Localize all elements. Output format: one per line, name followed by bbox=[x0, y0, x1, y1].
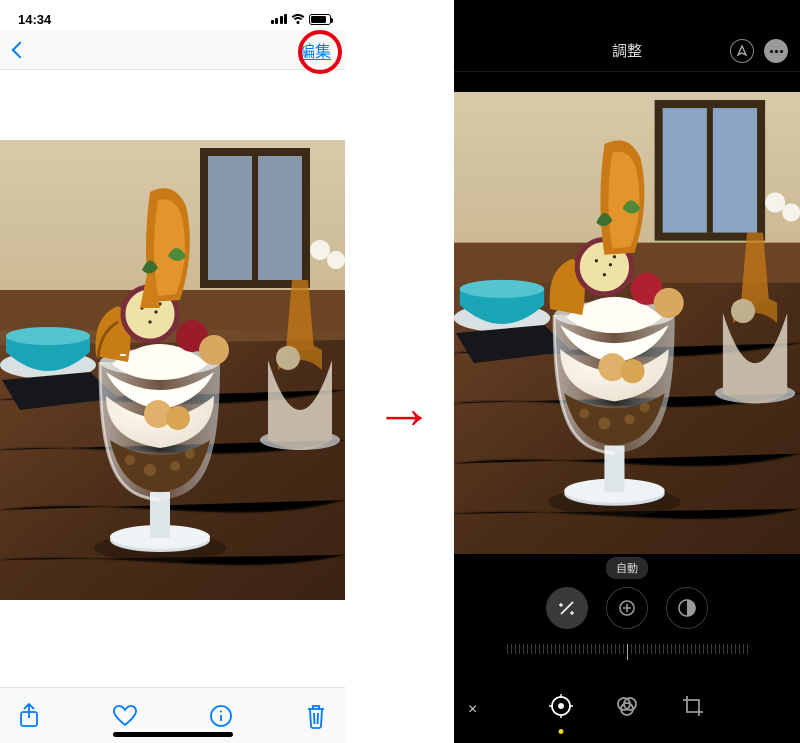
annotation-arrow: → bbox=[374, 378, 434, 438]
adjust-tools-row bbox=[454, 582, 800, 634]
info-icon[interactable] bbox=[209, 704, 233, 728]
filters-mode-button[interactable] bbox=[615, 694, 639, 724]
adjust-mode-button[interactable] bbox=[549, 694, 573, 724]
crop-mode-button[interactable] bbox=[681, 694, 705, 724]
slider-ticks bbox=[507, 644, 748, 660]
edit-header: 調整 bbox=[454, 0, 800, 72]
auto-enhance-button[interactable] bbox=[546, 587, 588, 629]
cellular-icon bbox=[271, 14, 288, 24]
photos-edit-screen: 調整 bbox=[454, 0, 800, 743]
home-indicator[interactable] bbox=[113, 732, 233, 737]
auto-label: 自動 bbox=[606, 557, 648, 579]
share-icon[interactable] bbox=[18, 703, 40, 729]
status-icons bbox=[271, 14, 332, 25]
edit-title: 調整 bbox=[612, 40, 642, 61]
nav-bar: 編集 bbox=[0, 30, 345, 70]
photos-viewer-screen: 14:34 編集 bbox=[0, 0, 345, 743]
edit-button[interactable]: 編集 bbox=[299, 38, 331, 62]
adjust-slider[interactable] bbox=[484, 640, 770, 664]
status-bar: 14:34 bbox=[0, 0, 345, 30]
back-chevron-icon[interactable] bbox=[12, 41, 29, 58]
trash-icon[interactable] bbox=[305, 703, 327, 729]
heart-icon[interactable] bbox=[112, 704, 138, 728]
markup-icon[interactable] bbox=[730, 39, 754, 63]
brilliance-button[interactable] bbox=[666, 587, 708, 629]
wifi-icon bbox=[291, 14, 305, 24]
edit-photo-viewport[interactable] bbox=[454, 92, 800, 554]
edit-mode-bar bbox=[454, 675, 800, 743]
photo-viewport[interactable] bbox=[0, 140, 345, 600]
status-time: 14:34 bbox=[18, 12, 51, 27]
battery-icon bbox=[309, 14, 331, 25]
exposure-button[interactable] bbox=[606, 587, 648, 629]
more-icon[interactable] bbox=[764, 39, 788, 63]
